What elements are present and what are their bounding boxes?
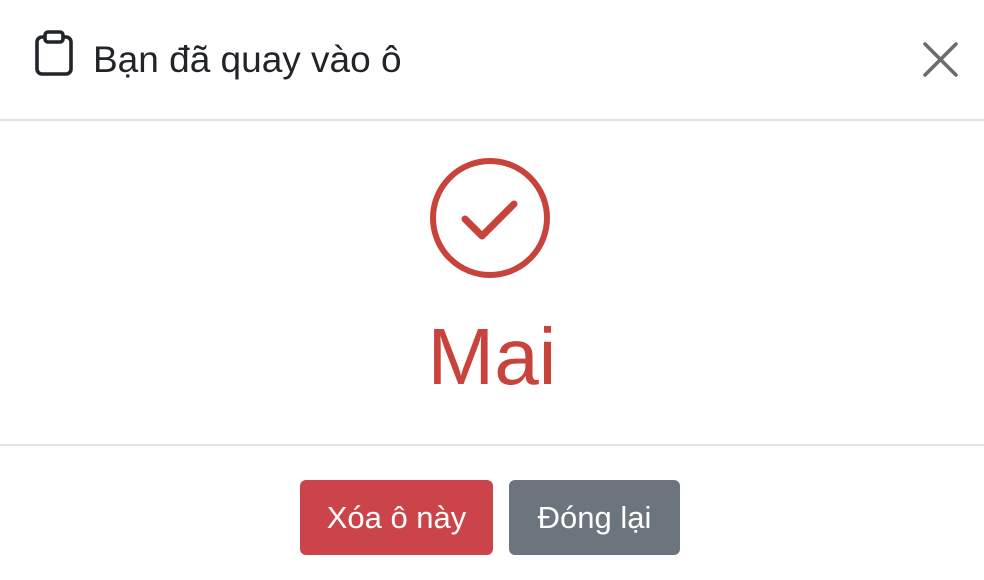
clipboard-icon	[35, 30, 73, 76]
modal-title: Bạn đã quay vào ô	[93, 39, 402, 80]
result-modal: Bạn đã quay vào ô Mai Xóa ô này Đóng lại	[0, 0, 984, 580]
delete-slot-button[interactable]: Xóa ô này	[300, 480, 493, 555]
result-value: Mai	[427, 312, 557, 401]
modal-header: Bạn đã quay vào ô	[0, 0, 984, 121]
check-circle-icon	[430, 158, 550, 278]
modal-footer: Xóa ô này Đóng lại	[0, 446, 984, 580]
close-button[interactable]	[916, 36, 964, 84]
modal-body: Mai	[0, 121, 984, 446]
close-dialog-button[interactable]: Đóng lại	[509, 480, 680, 555]
close-icon	[923, 42, 958, 77]
